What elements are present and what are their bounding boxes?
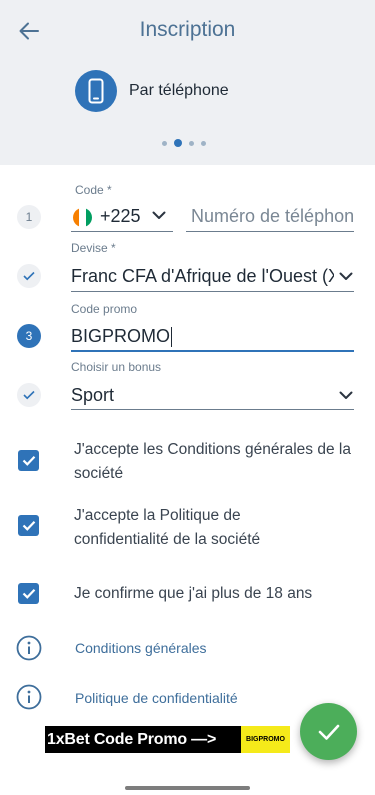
- checkmark-icon: [22, 589, 35, 599]
- privacy-checkbox-label[interactable]: J'accepte la Politique de confidentialit…: [74, 504, 314, 552]
- carousel-dot[interactable]: [201, 140, 206, 146]
- step-complete-currency: [17, 264, 41, 288]
- header-area: Inscription Par téléphone: [0, 0, 375, 165]
- check-icon: [23, 390, 35, 400]
- step-complete-bonus: [17, 383, 41, 407]
- terms-checkbox-label[interactable]: J'accepte les Conditions générales de la…: [74, 438, 359, 486]
- chevron-down-icon: [339, 391, 353, 399]
- home-indicator[interactable]: [125, 786, 250, 790]
- terms-link[interactable]: Conditions générales: [75, 640, 207, 656]
- smartphone-icon: [75, 70, 117, 112]
- bonus-underline: [71, 409, 354, 410]
- phone-input[interactable]: Numéro de téléphone: [191, 206, 354, 227]
- cote-divoire-flag: [73, 208, 92, 227]
- privacy-checkbox[interactable]: [18, 515, 39, 536]
- banner-code: BIGPROMO: [241, 726, 290, 753]
- promo-underline: [71, 350, 354, 352]
- currency-value: Franc CFA d'Afrique de l'Ouest (XOF): [71, 266, 334, 286]
- code-label: Code *: [75, 183, 112, 197]
- carousel-indicator: [162, 139, 206, 147]
- check-icon: [23, 271, 35, 281]
- promo-code-input[interactable]: BIGPROMO: [71, 326, 173, 348]
- info-icon: [16, 684, 42, 710]
- age-checkbox-label[interactable]: Je confirme que j'ai plus de 18 ans: [74, 582, 359, 606]
- country-code-value: +225: [100, 206, 141, 226]
- currency-label: Devise *: [71, 241, 116, 255]
- banner-text: 1xBet Code Promo —>: [47, 730, 217, 748]
- step-number-3: 3: [17, 324, 41, 348]
- text-cursor: [171, 327, 173, 348]
- submit-button[interactable]: [300, 703, 357, 760]
- age-checkbox[interactable]: [18, 583, 39, 604]
- promo-label: Code promo: [71, 302, 138, 316]
- info-icon: [16, 635, 42, 661]
- registration-method[interactable]: Par téléphone: [75, 70, 229, 112]
- bonus-label: Choisir un bonus: [71, 360, 162, 374]
- promo-code-value: BIGPROMO: [71, 326, 171, 346]
- registration-form: 1 Code * +225 Numéro de téléphone Devise…: [0, 165, 375, 778]
- phone-underline: [186, 231, 354, 232]
- currency-underline: [71, 291, 354, 292]
- method-label: Par téléphone: [129, 82, 229, 99]
- carousel-dot-active[interactable]: [174, 139, 182, 147]
- checkmark-icon: [22, 456, 35, 466]
- page-title: Inscription: [139, 18, 236, 41]
- chevron-down-icon: [339, 272, 353, 280]
- checkmark-icon: [22, 521, 35, 531]
- country-code-underline: [71, 231, 173, 232]
- bonus-value: Sport: [71, 385, 115, 405]
- carousel-dot[interactable]: [162, 140, 167, 146]
- terms-checkbox[interactable]: [18, 450, 39, 471]
- promo-banner: 1xBet Code Promo —> BIGPROMO: [45, 726, 290, 753]
- privacy-link[interactable]: Politique de confidentialité: [75, 690, 238, 706]
- system-nav-bar: [0, 778, 375, 795]
- checkmark-icon: [318, 724, 339, 740]
- step-number-1: 1: [17, 205, 41, 229]
- chevron-down-icon: [152, 211, 166, 219]
- carousel-dot[interactable]: [189, 140, 194, 146]
